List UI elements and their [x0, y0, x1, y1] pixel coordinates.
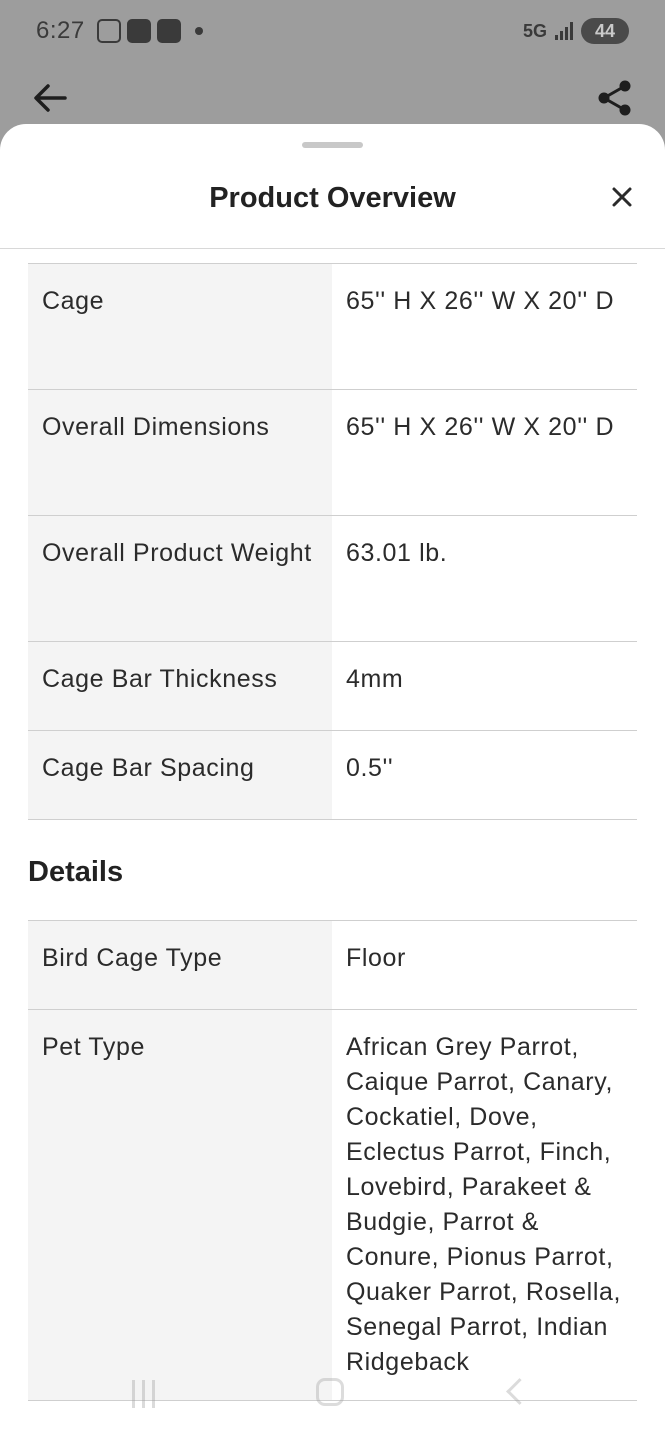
details-table: Bird Cage Type Floor Pet Type African Gr… — [28, 920, 637, 1401]
signal-icon — [555, 22, 573, 40]
back-button[interactable] — [30, 78, 70, 118]
spec-value: 4mm — [332, 641, 637, 731]
status-time: 6:27 — [36, 17, 85, 44]
share-icon — [598, 80, 631, 116]
status-left: 6:27 — [36, 17, 203, 45]
spec-value: Floor — [332, 920, 637, 1010]
more-notifications-dot-icon — [194, 27, 203, 35]
spec-label: Cage Bar Spacing — [28, 730, 332, 820]
spec-label: Pet Type — [28, 1009, 332, 1401]
product-overview-sheet: Product Overview Cage 65'' H X 26'' W X … — [0, 124, 665, 1440]
spec-label: Cage Bar Thickness — [28, 641, 332, 731]
status-bar: 6:27 5G 44 — [0, 0, 665, 62]
notification-icons — [96, 19, 203, 43]
close-icon — [612, 187, 632, 207]
sheet-content: Cage 65'' H X 26'' W X 20'' D Overall Di… — [28, 263, 637, 1401]
spec-value: 0.5'' — [332, 730, 637, 820]
share-button[interactable] — [595, 78, 635, 118]
table-row: Overall Dimensions 65'' H X 26'' W X 20'… — [28, 389, 637, 516]
screen: 6:27 5G 44 Product Overview Cage 65'' H … — [0, 0, 665, 1440]
spec-value: African Grey Parrot, Caique Parrot, Cana… — [332, 1009, 637, 1401]
spec-label: Overall Product Weight — [28, 515, 332, 642]
app-notification-icon — [126, 19, 151, 43]
table-row: Cage Bar Thickness 4mm — [28, 641, 637, 731]
spec-label: Overall Dimensions — [28, 389, 332, 516]
sheet-title: Product Overview — [209, 181, 456, 214]
close-button[interactable] — [607, 182, 637, 212]
sheet-header: Product Overview — [0, 148, 665, 249]
table-row: Pet Type African Grey Parrot, Caique Par… — [28, 1009, 637, 1401]
spec-value: 63.01 lb. — [332, 515, 637, 642]
spec-value: 65'' H X 26'' W X 20'' D — [332, 389, 637, 516]
spec-label: Bird Cage Type — [28, 920, 332, 1010]
table-row: Cage 65'' H X 26'' W X 20'' D — [28, 263, 637, 390]
spec-label: Cage — [28, 263, 332, 390]
screenshot-icon — [96, 19, 121, 43]
details-heading: Details — [28, 856, 124, 888]
app-notification-icon — [156, 19, 181, 43]
battery-icon: 44 — [581, 18, 629, 44]
table-row: Bird Cage Type Floor — [28, 920, 637, 1010]
spec-value: 65'' H X 26'' W X 20'' D — [332, 263, 637, 390]
network-label: 5G — [522, 20, 547, 41]
table-row: Cage Bar Spacing 0.5'' — [28, 730, 637, 820]
arrow-left-icon — [34, 84, 67, 112]
status-right: 5G 44 — [523, 18, 629, 44]
dimensions-table: Cage 65'' H X 26'' W X 20'' D Overall Di… — [28, 263, 637, 820]
table-row: Overall Product Weight 63.01 lb. — [28, 515, 637, 642]
top-nav — [0, 72, 665, 124]
